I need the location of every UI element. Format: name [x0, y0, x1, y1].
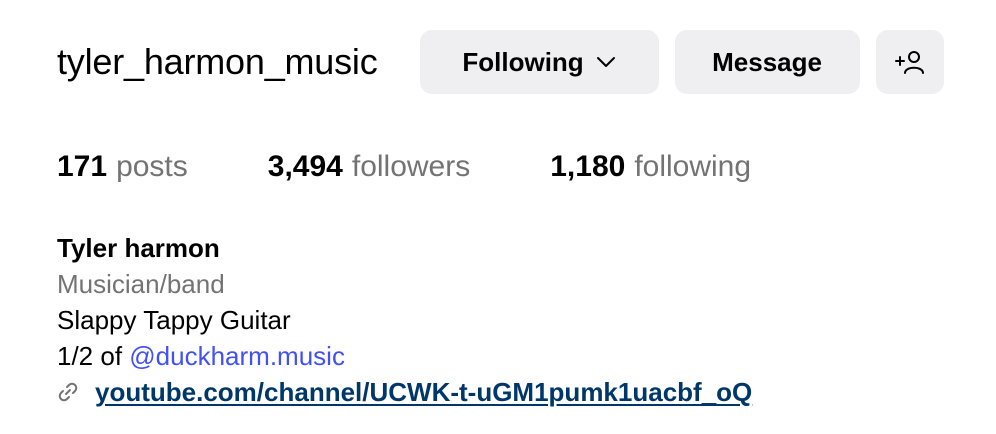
profile-stats: 171 posts 3,494 followers 1,180 followin… — [57, 150, 751, 184]
profile-category: Musician/band — [57, 269, 225, 299]
profile-header: tyler_harmon_music Following Message — [57, 30, 944, 94]
profile-link-row: youtube.com/channel/UCWK-t-uGM1pumk1uacb… — [57, 374, 752, 410]
following-button-label: Following — [462, 46, 584, 77]
followers-count: 3,494 — [267, 150, 343, 183]
chevron-down-icon — [596, 56, 616, 68]
message-button[interactable]: Message — [674, 30, 860, 94]
followers-label: followers — [351, 150, 471, 183]
link-icon — [57, 381, 79, 403]
posts-label: posts — [116, 150, 188, 183]
profile-username: tyler_harmon_music — [57, 41, 378, 82]
message-button-label: Message — [712, 46, 822, 77]
add-user-button[interactable] — [875, 30, 944, 94]
profile-external-link[interactable]: youtube.com/channel/UCWK-t-uGM1pumk1uacb… — [95, 374, 752, 410]
profile-full-name: Tyler harmon — [57, 233, 220, 263]
mention-link[interactable]: @duckharm.music — [129, 341, 345, 371]
following-count: 1,180 — [550, 150, 626, 183]
bio-mention-prefix: 1/2 of — [57, 341, 130, 371]
following-button[interactable]: Following — [419, 30, 659, 94]
person-add-icon — [894, 49, 926, 75]
following-stat[interactable]: 1,180 following — [550, 150, 751, 184]
following-label: following — [634, 150, 752, 183]
profile-bio: Tyler harmon Musician/band Slappy Tappy … — [57, 230, 752, 410]
posts-stat: 171 posts — [57, 150, 188, 184]
bio-line-mention: 1/2 of @duckharm.music — [57, 338, 752, 374]
bio-line: Slappy Tappy Guitar — [57, 305, 291, 335]
followers-stat[interactable]: 3,494 followers — [268, 150, 470, 184]
posts-count: 171 — [57, 150, 108, 183]
